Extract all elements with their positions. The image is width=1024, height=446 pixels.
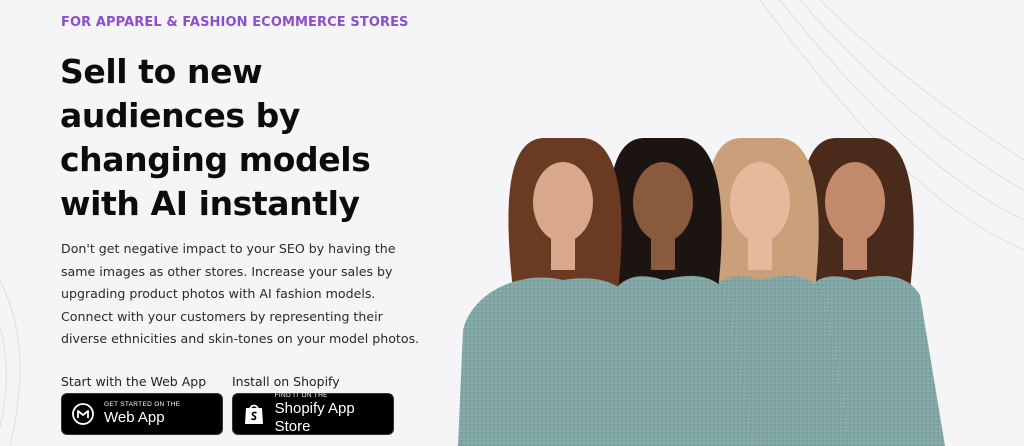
- shopify-bag-icon: [241, 401, 267, 427]
- web-app-button[interactable]: GET STARTED ON THE Web App: [61, 393, 223, 435]
- shopify-app-store-button[interactable]: FIND IT ON THE Shopify App Store: [232, 392, 394, 435]
- shopify-cta-label: Install on Shopify: [232, 374, 340, 389]
- web-app-cta-label: Start with the Web App: [61, 374, 207, 389]
- web-app-button-small-text: GET STARTED ON THE: [104, 401, 181, 408]
- page-title: Sell to new audiences by changing models…: [60, 52, 371, 223]
- shopify-button-small-text: FIND IT ON THE: [274, 392, 328, 399]
- shopify-button-label: Shopify App Store: [274, 400, 355, 435]
- ai-models-hero-image: [458, 138, 945, 446]
- hero-description: Don't get negative impact to your SEO by…: [61, 241, 420, 346]
- web-app-button-label: Web App: [104, 409, 165, 426]
- m-logo-icon: [70, 401, 96, 427]
- eyebrow-text: FOR APPAREL & FASHION ECOMMERCE STORES: [61, 15, 409, 30]
